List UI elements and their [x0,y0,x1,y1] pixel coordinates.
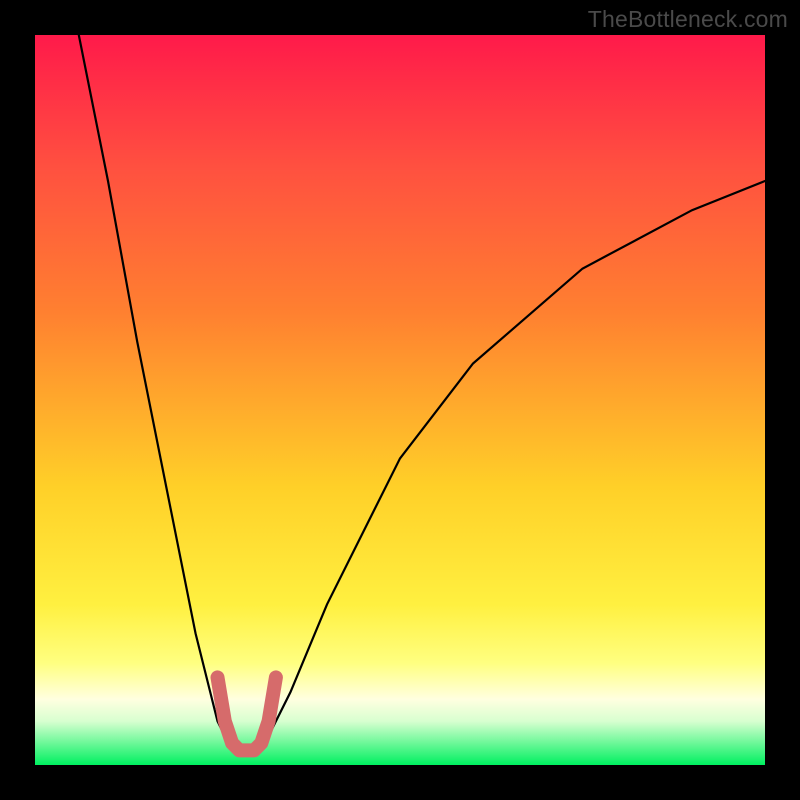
curve-left [79,35,240,750]
chart-area [35,35,765,765]
watermark-text: TheBottleneck.com [588,6,788,33]
curve-highlight [218,677,276,750]
curve-right [254,181,765,750]
chart-svg [35,35,765,765]
